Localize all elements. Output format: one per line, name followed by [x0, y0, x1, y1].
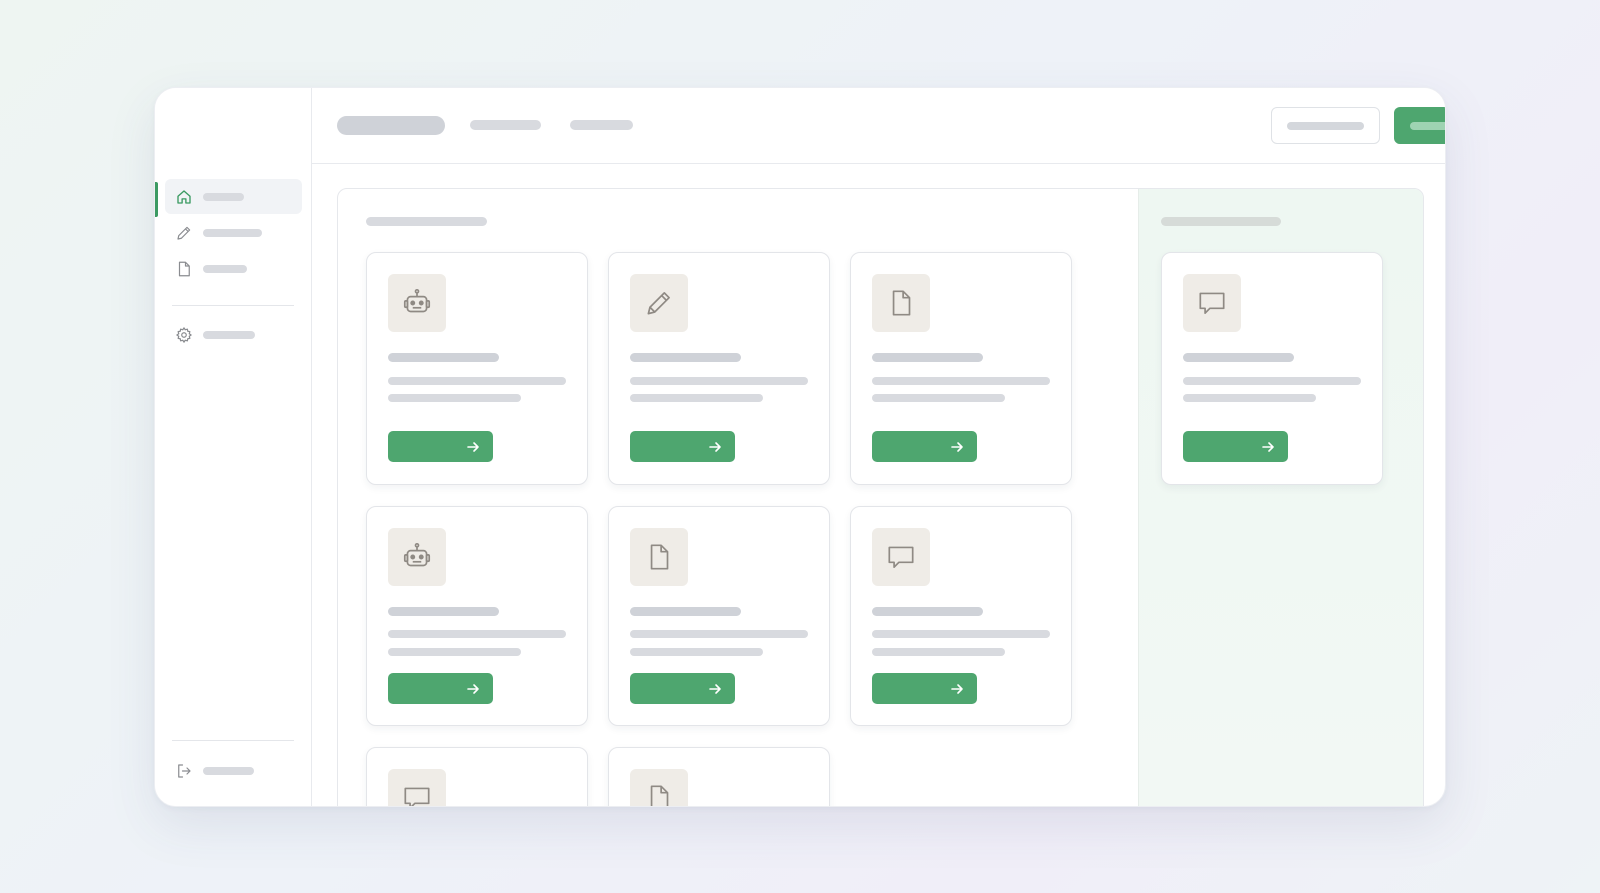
card-description — [630, 394, 763, 402]
card-action-button[interactable] — [1183, 431, 1288, 462]
primary-button[interactable] — [1394, 107, 1445, 144]
chat-icon — [872, 528, 930, 586]
arrow-right-icon — [1262, 441, 1274, 452]
card[interactable] — [366, 252, 588, 485]
card-description — [872, 648, 1005, 656]
sidebar-item-label — [203, 264, 247, 273]
sidebar-item-label — [203, 766, 254, 775]
sidebar-item-logout[interactable] — [165, 753, 302, 788]
card-description — [388, 394, 521, 402]
card-title — [630, 607, 741, 616]
file-icon — [630, 528, 688, 586]
card-description — [630, 630, 808, 638]
card-action-button[interactable] — [630, 431, 735, 462]
card[interactable] — [366, 506, 588, 726]
card-description — [630, 377, 808, 385]
card-description — [630, 648, 763, 656]
arrow-right-icon — [951, 683, 963, 694]
file-icon — [630, 769, 688, 806]
card-action-button[interactable] — [872, 673, 977, 704]
file-icon — [175, 260, 193, 278]
nav-tab[interactable] — [470, 120, 541, 130]
card-description — [388, 630, 566, 638]
gear-icon — [175, 326, 193, 344]
panel-heading — [1161, 217, 1281, 226]
main-panel — [337, 188, 1424, 806]
sidebar-item-label — [203, 228, 262, 237]
top-header — [312, 88, 1445, 164]
home-icon — [175, 188, 193, 206]
card-action-button[interactable] — [630, 673, 735, 704]
card[interactable] — [608, 506, 830, 726]
card[interactable] — [1161, 252, 1383, 485]
card-description — [1183, 377, 1361, 385]
app-logo — [337, 116, 445, 135]
chat-icon — [388, 769, 446, 806]
arrow-right-icon — [709, 441, 721, 452]
card-description — [872, 394, 1005, 402]
arrow-right-icon — [709, 683, 721, 694]
app-window — [154, 87, 1446, 807]
card-title — [1183, 353, 1294, 362]
sidebar-item-label — [203, 330, 255, 339]
chat-icon — [1183, 274, 1241, 332]
card[interactable] — [366, 747, 588, 806]
sidebar-item-label — [203, 192, 244, 201]
card-title — [630, 353, 741, 362]
card[interactable] — [608, 252, 830, 485]
card-description — [388, 377, 566, 385]
card[interactable] — [850, 252, 1072, 485]
card-action-button[interactable] — [388, 431, 493, 462]
card-title — [872, 353, 983, 362]
pencil-icon — [175, 224, 193, 242]
arrow-right-icon — [467, 683, 479, 694]
sidebar — [155, 88, 312, 806]
sidebar-item-home[interactable] — [165, 179, 302, 214]
logout-icon — [175, 762, 193, 780]
right-panel — [1138, 189, 1423, 806]
arrow-right-icon — [467, 441, 479, 452]
card-title — [872, 607, 983, 616]
card-action-button[interactable] — [872, 431, 977, 462]
card-description — [388, 648, 521, 656]
sidebar-divider — [172, 305, 294, 306]
arrow-right-icon — [951, 441, 963, 452]
card-description — [872, 377, 1050, 385]
card-action-button[interactable] — [388, 673, 493, 704]
section-heading — [366, 217, 487, 226]
card[interactable] — [608, 747, 830, 806]
robot-icon — [388, 274, 446, 332]
pencil-icon — [630, 274, 688, 332]
button-label — [1287, 121, 1364, 130]
sidebar-item-edit[interactable] — [165, 215, 302, 250]
sidebar-divider — [172, 740, 294, 741]
file-icon — [872, 274, 930, 332]
button-label — [1410, 121, 1445, 130]
sidebar-item-settings[interactable] — [165, 317, 302, 352]
card-title — [388, 607, 499, 616]
card-description — [872, 630, 1050, 638]
sidebar-item-documents[interactable] — [165, 251, 302, 286]
robot-icon — [388, 528, 446, 586]
outline-button[interactable] — [1271, 107, 1380, 144]
nav-tab[interactable] — [570, 120, 633, 130]
card[interactable] — [850, 506, 1072, 726]
active-nav-indicator — [155, 182, 158, 217]
card-description — [1183, 394, 1316, 402]
card-title — [388, 353, 499, 362]
